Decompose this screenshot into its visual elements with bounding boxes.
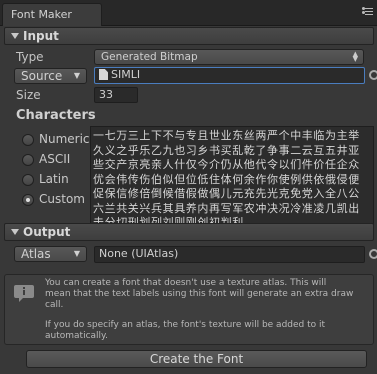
- info-icon: [13, 281, 37, 303]
- type-dropdown[interactable]: Generated Bitmap ▲ ▼: [94, 49, 364, 65]
- size-label: Size: [16, 88, 41, 102]
- foldout-arrow-icon: [11, 229, 19, 235]
- help-text-paragraph-1: You can create a font that doesn't use a…: [45, 278, 354, 310]
- input-section-title: Input: [23, 29, 59, 43]
- object-picker-icon[interactable]: [369, 70, 377, 80]
- radio-button[interactable]: [22, 154, 34, 166]
- characters-heading: Characters: [16, 108, 96, 123]
- font-maker-window: Font Maker Input Type Generated Bitmap ▲…: [0, 0, 377, 374]
- help-text-paragraph-2: If you do specify an atlas, the font's t…: [45, 320, 326, 341]
- custom-characters-textarea[interactable]: 一七万三上下不与专且世业东丝两严个中丰临为主举久义之乎乐乙九也习乡书买乱乾了争事…: [90, 126, 374, 228]
- chevron-down-icon: ▼: [73, 249, 80, 258]
- create-font-button[interactable]: Create the Font: [26, 350, 367, 368]
- radio-numeric-label: Numeric: [39, 132, 90, 146]
- radio-custom-label: Custom: [39, 192, 85, 206]
- source-font-value: SIMLI: [111, 68, 141, 81]
- radio-button[interactable]: [22, 174, 34, 186]
- source-dropdown[interactable]: Source ▼: [14, 68, 87, 84]
- size-input[interactable]: 33: [94, 87, 138, 103]
- atlas-dropdown[interactable]: Atlas ▼: [14, 246, 87, 262]
- atlas-dropdown-label: Atlas: [21, 247, 51, 261]
- object-picker-icon[interactable]: [369, 249, 377, 259]
- type-dropdown-value: Generated Bitmap: [101, 51, 198, 63]
- chevron-down-icon: ▼: [73, 71, 80, 80]
- font-file-icon: [99, 69, 108, 80]
- source-dropdown-label: Source: [21, 69, 63, 83]
- type-label: Type: [16, 50, 44, 64]
- radio-button-checked[interactable]: [22, 194, 34, 206]
- foldout-arrow-icon: [11, 33, 19, 39]
- help-box: You can create a font that doesn't use a…: [4, 274, 374, 345]
- radio-ascii-label: ASCII: [39, 152, 71, 166]
- window-menu-icon[interactable]: [357, 6, 373, 20]
- output-section-title: Output: [23, 225, 71, 239]
- atlas-field[interactable]: None (UIAtlas): [94, 246, 365, 263]
- radio-latin-label: Latin: [39, 172, 69, 186]
- tab-bar: Font Maker: [0, 0, 377, 26]
- input-section-header[interactable]: Input: [4, 27, 374, 45]
- updown-arrows-icon: ▲ ▼: [352, 50, 358, 63]
- source-font-field[interactable]: SIMLI: [94, 67, 365, 84]
- tab-font-maker[interactable]: Font Maker: [2, 3, 102, 26]
- radio-button[interactable]: [22, 134, 34, 146]
- output-section-header[interactable]: Output: [4, 223, 374, 241]
